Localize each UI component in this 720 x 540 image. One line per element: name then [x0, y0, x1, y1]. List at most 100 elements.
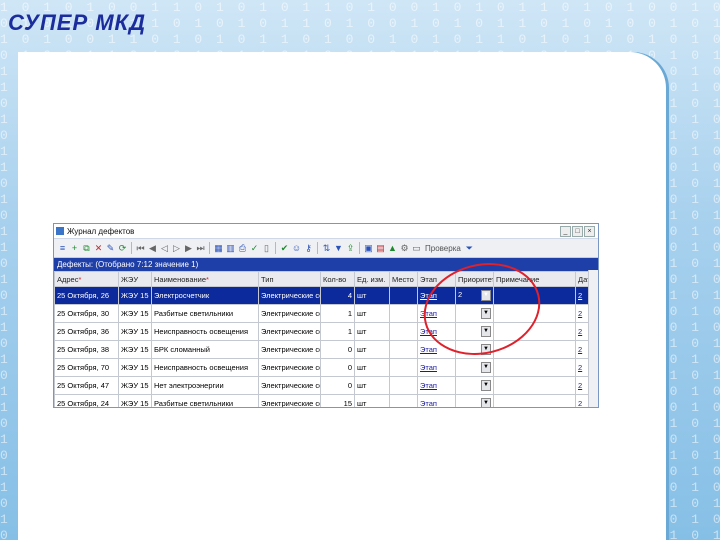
cell-qty[interactable]: 0: [320, 376, 355, 395]
cell-place[interactable]: [389, 376, 418, 395]
cell-name[interactable]: Неисправность освещения: [151, 322, 259, 341]
cell-zheu[interactable]: ЖЭУ 15: [118, 358, 152, 377]
cell-priority[interactable]: ▼: [455, 394, 494, 407]
cell-note[interactable]: [493, 376, 576, 395]
cell-qty[interactable]: 0: [320, 358, 355, 377]
save-icon[interactable]: ▣: [363, 243, 374, 254]
document-icon[interactable]: ▯: [261, 243, 272, 254]
table-row[interactable]: 25 Октября, 70 ЖЭУ 15 Неисправность освеще…: [54, 358, 598, 377]
delete-icon[interactable]: ✕: [93, 243, 104, 254]
cell-stage[interactable]: Этап: [417, 358, 456, 377]
cell-address[interactable]: 25 Октября, 24: [54, 394, 119, 407]
table-row[interactable]: 25 Октября, 24 ЖЭУ 15 Разбитые светильники…: [54, 394, 598, 407]
cell-address[interactable]: 25 Октября, 38: [54, 340, 119, 359]
users-icon[interactable]: ☺: [291, 243, 302, 254]
cell-unit[interactable]: шт: [354, 286, 390, 305]
cell-qty[interactable]: 15: [320, 394, 355, 407]
prev-record-icon[interactable]: ◁: [159, 243, 170, 254]
first-record-icon[interactable]: ⏮: [135, 243, 146, 254]
refresh-icon[interactable]: ⟳: [117, 243, 128, 254]
copy-icon[interactable]: ⧉: [81, 243, 92, 254]
cell-type[interactable]: Электрические сети: [258, 394, 321, 407]
list-icon[interactable]: ≡: [57, 243, 68, 254]
vertical-scrollbar[interactable]: [588, 270, 598, 407]
check-icon[interactable]: ✓: [249, 243, 260, 254]
cell-zheu[interactable]: ЖЭУ 15: [118, 376, 152, 395]
maximize-button[interactable]: □: [572, 225, 583, 237]
cell-qty[interactable]: 0: [320, 340, 355, 359]
columns-icon[interactable]: ▥: [225, 243, 236, 254]
window-icon[interactable]: ▭: [411, 243, 422, 254]
column-header[interactable]: Ед. изм.: [354, 271, 390, 287]
export-icon[interactable]: ⇪: [345, 243, 356, 254]
sort-icon[interactable]: ⇅: [321, 243, 332, 254]
cell-type[interactable]: Электрические сети: [258, 322, 321, 341]
cell-address[interactable]: 25 Октября, 47: [54, 376, 119, 395]
dropdown-arrow-icon[interactable]: ▼: [481, 398, 491, 407]
cell-type[interactable]: Электрические сети: [258, 340, 321, 359]
prev-page-icon[interactable]: ◀: [147, 243, 158, 254]
cell-type[interactable]: Электрические сети: [258, 358, 321, 377]
cell-address[interactable]: 25 Октября, 36: [54, 322, 119, 341]
next-record-icon[interactable]: ▷: [171, 243, 182, 254]
cell-type[interactable]: Электрические сети: [258, 304, 321, 323]
print-icon[interactable]: ⎙: [237, 243, 248, 254]
settings-icon[interactable]: ⚙: [399, 243, 410, 254]
cell-name[interactable]: Неисправность освещения: [151, 358, 259, 377]
cell-address[interactable]: 25 Октября, 30: [54, 304, 119, 323]
cell-place[interactable]: [389, 304, 418, 323]
cell-place[interactable]: [389, 340, 418, 359]
cell-address[interactable]: 25 Октября, 70: [54, 358, 119, 377]
cell-stage[interactable]: Этап: [417, 394, 456, 407]
column-header[interactable]: Наименование*: [151, 271, 259, 287]
cell-qty[interactable]: 1: [320, 322, 355, 341]
cell-zheu[interactable]: ЖЭУ 15: [118, 340, 152, 359]
cell-address[interactable]: 25 Октября, 26: [54, 286, 119, 305]
cell-place[interactable]: [389, 358, 418, 377]
table-row[interactable]: 25 Октября, 47 ЖЭУ 15 Нет электроэнергии Эл…: [54, 376, 598, 395]
cell-place[interactable]: [389, 286, 418, 305]
close-button[interactable]: ×: [584, 225, 595, 237]
dropdown-arrow-icon[interactable]: ▼: [481, 380, 491, 391]
table-row[interactable]: 25 Октября, 38 ЖЭУ 15 БРК сломанный Электри…: [54, 340, 598, 359]
minimize-button[interactable]: _: [560, 225, 571, 237]
last-record-icon[interactable]: ⏭: [195, 243, 206, 254]
cell-note[interactable]: [493, 358, 576, 377]
cell-zheu[interactable]: ЖЭУ 15: [118, 394, 152, 407]
cell-unit[interactable]: шт: [354, 358, 390, 377]
cell-note[interactable]: [493, 394, 576, 407]
cell-qty[interactable]: 1: [320, 304, 355, 323]
funnel-icon[interactable]: ⏷: [464, 243, 475, 254]
cell-unit[interactable]: шт: [354, 340, 390, 359]
cell-priority[interactable]: ▼: [455, 358, 494, 377]
cell-type[interactable]: Электрические сети: [258, 286, 321, 305]
filter-icon[interactable]: ▼: [333, 243, 344, 254]
cell-name[interactable]: Электросчетчик: [151, 286, 259, 305]
table-icon[interactable]: ▦: [213, 243, 224, 254]
cell-name[interactable]: БРК сломанный: [151, 340, 259, 359]
cell-place[interactable]: [389, 322, 418, 341]
column-header[interactable]: Кол-во: [320, 271, 355, 287]
check-button[interactable]: Проверка: [423, 244, 463, 253]
cell-name[interactable]: Разбитые светильники: [151, 304, 259, 323]
edit-icon[interactable]: ✎: [105, 243, 116, 254]
cell-unit[interactable]: шт: [354, 376, 390, 395]
check-icon[interactable]: ✔: [279, 243, 290, 254]
key-icon[interactable]: ⚷: [303, 243, 314, 254]
cell-stage[interactable]: Этап: [417, 376, 456, 395]
cell-type[interactable]: Электрические сети: [258, 376, 321, 395]
cell-name[interactable]: Нет электроэнергии: [151, 376, 259, 395]
next-page-icon[interactable]: ▶: [183, 243, 194, 254]
chart-icon[interactable]: ▲: [387, 243, 398, 254]
cell-zheu[interactable]: ЖЭУ 15: [118, 286, 152, 305]
cell-name[interactable]: Разбитые светильники: [151, 394, 259, 407]
report-icon[interactable]: ▤: [375, 243, 386, 254]
column-header[interactable]: Адрес*: [54, 271, 119, 287]
cell-zheu[interactable]: ЖЭУ 15: [118, 304, 152, 323]
cell-unit[interactable]: шт: [354, 322, 390, 341]
cell-place[interactable]: [389, 394, 418, 407]
cell-priority[interactable]: ▼: [455, 376, 494, 395]
cell-qty[interactable]: 4: [320, 286, 355, 305]
dropdown-arrow-icon[interactable]: ▼: [481, 362, 491, 373]
add-icon[interactable]: +: [69, 243, 80, 254]
